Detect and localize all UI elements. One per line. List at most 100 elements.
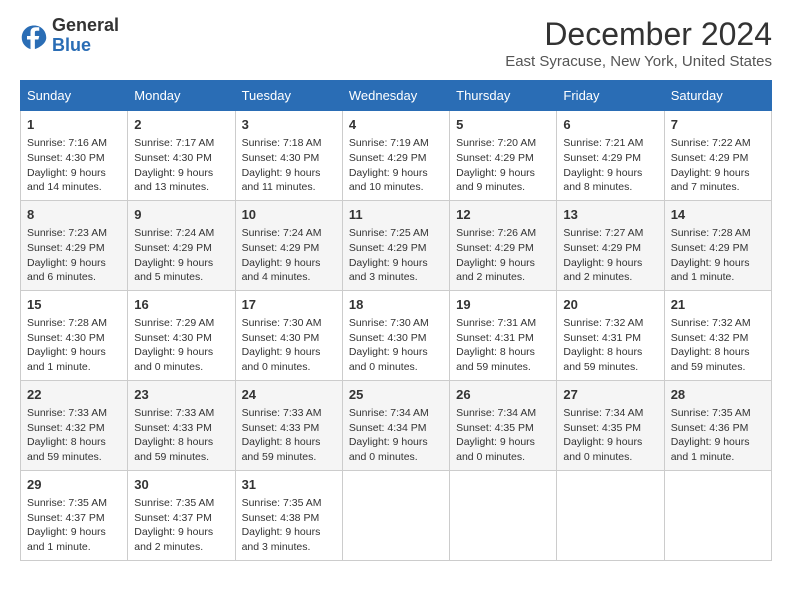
day-number: 22 xyxy=(27,386,121,404)
day-info: Sunrise: 7:27 AMSunset: 4:29 PMDaylight:… xyxy=(563,226,657,285)
day-number: 4 xyxy=(349,116,443,134)
day-info: Sunrise: 7:33 AMSunset: 4:33 PMDaylight:… xyxy=(242,406,336,465)
title-area: December 2024 East Syracuse, New York, U… xyxy=(505,16,772,70)
calendar-cell: 29Sunrise: 7:35 AMSunset: 4:37 PMDayligh… xyxy=(21,470,128,560)
subtitle: East Syracuse, New York, United States xyxy=(505,53,772,70)
calendar-cell: 8Sunrise: 7:23 AMSunset: 4:29 PMDaylight… xyxy=(21,200,128,290)
calendar-week-row: 1 Sunrise: 7:16 AMSunset: 4:30 PMDaylight… xyxy=(21,111,772,201)
day-number: 13 xyxy=(563,206,657,224)
calendar-cell: 24Sunrise: 7:33 AMSunset: 4:33 PMDayligh… xyxy=(235,380,342,470)
day-info: Sunrise: 7:31 AMSunset: 4:31 PMDaylight:… xyxy=(456,316,550,375)
weekday-header-monday: Monday xyxy=(128,81,235,111)
day-info: Sunrise: 7:34 AMSunset: 4:35 PMDaylight:… xyxy=(563,406,657,465)
day-info: Sunrise: 7:18 AMSunset: 4:30 PMDaylight:… xyxy=(242,136,336,195)
day-info: Sunrise: 7:22 AMSunset: 4:29 PMDaylight:… xyxy=(671,136,765,195)
day-info: Sunrise: 7:32 AMSunset: 4:31 PMDaylight:… xyxy=(563,316,657,375)
day-number: 3 xyxy=(242,116,336,134)
day-number: 10 xyxy=(242,206,336,224)
calendar-week-row: 8Sunrise: 7:23 AMSunset: 4:29 PMDaylight… xyxy=(21,200,772,290)
day-number: 28 xyxy=(671,386,765,404)
calendar-cell: 21 Sunrise: 7:32 AMSunset: 4:32 PMDayligh… xyxy=(664,290,771,380)
day-number: 5 xyxy=(456,116,550,134)
day-number: 15 xyxy=(27,296,121,314)
day-info: Sunrise: 7:30 AMSunset: 4:30 PMDaylight:… xyxy=(349,316,443,375)
day-number: 16 xyxy=(134,296,228,314)
calendar-cell: 18 Sunrise: 7:30 AMSunset: 4:30 PMDayligh… xyxy=(342,290,449,380)
calendar-cell xyxy=(664,470,771,560)
day-number: 31 xyxy=(242,476,336,494)
day-number: 20 xyxy=(563,296,657,314)
day-number: 17 xyxy=(242,296,336,314)
day-number: 25 xyxy=(349,386,443,404)
day-info: Sunrise: 7:35 AMSunset: 4:37 PMDaylight:… xyxy=(134,496,228,555)
calendar-week-row: 29 Sunrise: 7:35 AMSunset: 4:37 PMDayligh… xyxy=(21,470,772,560)
logo-blue: Blue xyxy=(52,35,91,55)
weekday-header-friday: Friday xyxy=(557,81,664,111)
logo: General Blue xyxy=(20,16,119,56)
calendar-table: SundayMondayTuesdayWednesdayThursdayFrid… xyxy=(20,80,772,561)
day-info: Sunrise: 7:26 AMSunset: 4:29 PMDaylight:… xyxy=(456,226,550,285)
calendar-cell: 26 Sunrise: 7:34 AMSunset: 4:35 PMDayligh… xyxy=(450,380,557,470)
weekday-header-thursday: Thursday xyxy=(450,81,557,111)
calendar-cell: 31 Sunrise: 7:35 AMSunset: 4:38 PMDayligh… xyxy=(235,470,342,560)
day-info: Sunrise: 7:34 AMSunset: 4:35 PMDaylight:… xyxy=(456,406,550,465)
day-info: Sunrise: 7:24 AMSunset: 4:29 PMDaylight:… xyxy=(134,226,228,285)
calendar-cell: 23 Sunrise: 7:33 AMSunset: 4:33 PMDayligh… xyxy=(128,380,235,470)
day-number: 14 xyxy=(671,206,765,224)
calendar-cell xyxy=(557,470,664,560)
calendar-cell: 19 Sunrise: 7:31 AMSunset: 4:31 PMDayligh… xyxy=(450,290,557,380)
calendar-cell: 11 Sunrise: 7:25 AMSunset: 4:29 PMDayligh… xyxy=(342,200,449,290)
day-info: Sunrise: 7:16 AMSunset: 4:30 PMDaylight:… xyxy=(27,136,121,195)
day-info: Sunrise: 7:33 AMSunset: 4:33 PMDaylight:… xyxy=(134,406,228,465)
day-number: 18 xyxy=(349,296,443,314)
weekday-header-saturday: Saturday xyxy=(664,81,771,111)
day-info: Sunrise: 7:23 AMSunset: 4:29 PMDaylight:… xyxy=(27,226,121,285)
day-number: 30 xyxy=(134,476,228,494)
calendar-cell: 1 Sunrise: 7:16 AMSunset: 4:30 PMDaylight… xyxy=(21,111,128,201)
calendar-cell: 7 Sunrise: 7:22 AMSunset: 4:29 PMDaylight… xyxy=(664,111,771,201)
logo-icon xyxy=(20,22,48,50)
day-number: 21 xyxy=(671,296,765,314)
main-title: December 2024 xyxy=(505,16,772,53)
calendar-cell: 20 Sunrise: 7:32 AMSunset: 4:31 PMDayligh… xyxy=(557,290,664,380)
calendar-cell: 17 Sunrise: 7:30 AMSunset: 4:30 PMDayligh… xyxy=(235,290,342,380)
calendar-cell: 3 Sunrise: 7:18 AMSunset: 4:30 PMDaylight… xyxy=(235,111,342,201)
calendar-cell: 22 Sunrise: 7:33 AMSunset: 4:32 PMDayligh… xyxy=(21,380,128,470)
day-number: 6 xyxy=(563,116,657,134)
day-info: Sunrise: 7:21 AMSunset: 4:29 PMDaylight:… xyxy=(563,136,657,195)
calendar-cell: 12Sunrise: 7:26 AMSunset: 4:29 PMDayligh… xyxy=(450,200,557,290)
day-info: Sunrise: 7:33 AMSunset: 4:32 PMDaylight:… xyxy=(27,406,121,465)
day-number: 23 xyxy=(134,386,228,404)
day-number: 11 xyxy=(349,206,443,224)
day-number: 27 xyxy=(563,386,657,404)
weekday-header-sunday: Sunday xyxy=(21,81,128,111)
day-info: Sunrise: 7:35 AMSunset: 4:38 PMDaylight:… xyxy=(242,496,336,555)
day-info: Sunrise: 7:34 AMSunset: 4:34 PMDaylight:… xyxy=(349,406,443,465)
day-info: Sunrise: 7:30 AMSunset: 4:30 PMDaylight:… xyxy=(242,316,336,375)
day-info: Sunrise: 7:29 AMSunset: 4:30 PMDaylight:… xyxy=(134,316,228,375)
day-number: 19 xyxy=(456,296,550,314)
calendar-cell: 5 Sunrise: 7:20 AMSunset: 4:29 PMDaylight… xyxy=(450,111,557,201)
day-number: 29 xyxy=(27,476,121,494)
calendar-cell: 27 Sunrise: 7:34 AMSunset: 4:35 PMDayligh… xyxy=(557,380,664,470)
day-number: 26 xyxy=(456,386,550,404)
calendar-cell: 6 Sunrise: 7:21 AMSunset: 4:29 PMDaylight… xyxy=(557,111,664,201)
calendar-week-row: 15 Sunrise: 7:28 AMSunset: 4:30 PMDayligh… xyxy=(21,290,772,380)
day-number: 1 xyxy=(27,116,121,134)
calendar-cell: 9Sunrise: 7:24 AMSunset: 4:29 PMDaylight… xyxy=(128,200,235,290)
calendar-cell: 15 Sunrise: 7:28 AMSunset: 4:30 PMDayligh… xyxy=(21,290,128,380)
day-info: Sunrise: 7:28 AMSunset: 4:30 PMDaylight:… xyxy=(27,316,121,375)
day-info: Sunrise: 7:20 AMSunset: 4:29 PMDaylight:… xyxy=(456,136,550,195)
day-info: Sunrise: 7:24 AMSunset: 4:29 PMDaylight:… xyxy=(242,226,336,285)
calendar-cell: 13 Sunrise: 7:27 AMSunset: 4:29 PMDayligh… xyxy=(557,200,664,290)
calendar-cell xyxy=(342,470,449,560)
day-number: 7 xyxy=(671,116,765,134)
calendar-cell: 14 Sunrise: 7:28 AMSunset: 4:29 PMDayligh… xyxy=(664,200,771,290)
day-info: Sunrise: 7:28 AMSunset: 4:29 PMDaylight:… xyxy=(671,226,765,285)
day-info: Sunrise: 7:25 AMSunset: 4:29 PMDaylight:… xyxy=(349,226,443,285)
day-info: Sunrise: 7:32 AMSunset: 4:32 PMDaylight:… xyxy=(671,316,765,375)
header: General Blue December 2024 East Syracuse… xyxy=(20,16,772,70)
day-info: Sunrise: 7:19 AMSunset: 4:29 PMDaylight:… xyxy=(349,136,443,195)
logo-text: General Blue xyxy=(52,16,119,56)
day-number: 2 xyxy=(134,116,228,134)
